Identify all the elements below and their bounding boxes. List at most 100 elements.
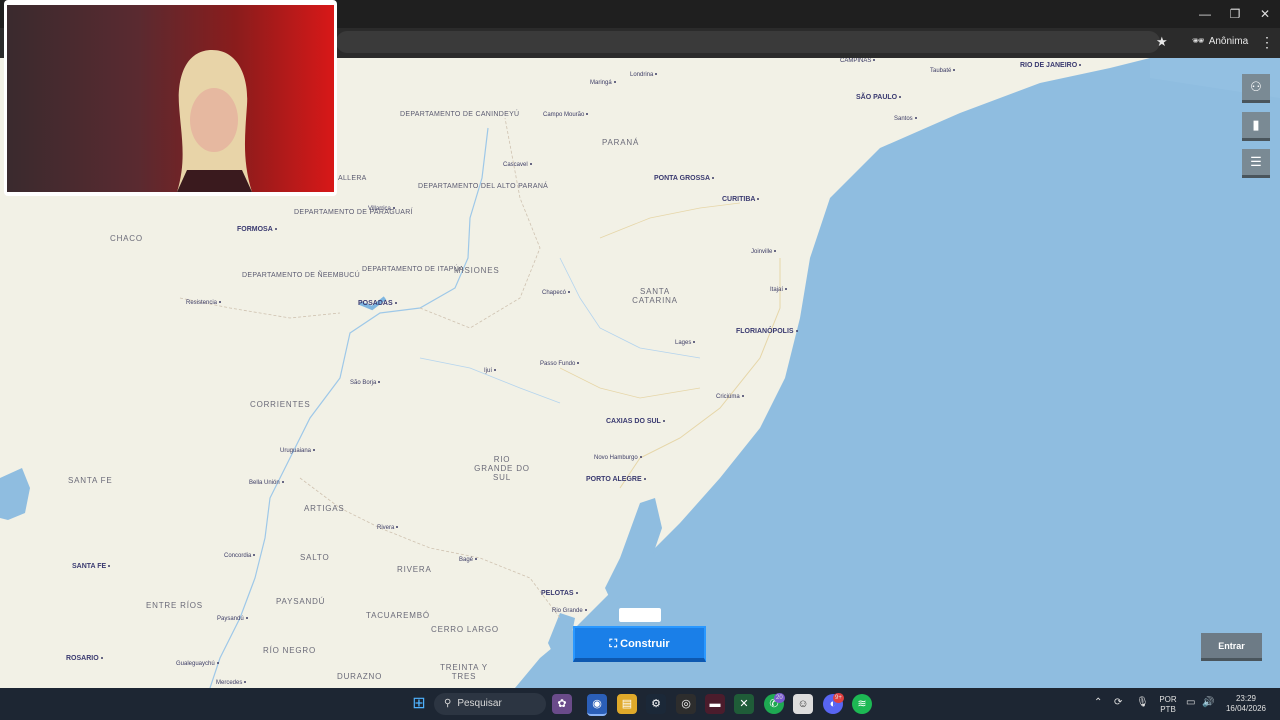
city-label: Rio Grande	[552, 608, 587, 614]
close-button[interactable]: ✕	[1250, 4, 1280, 24]
city-label: Chapecó	[542, 290, 570, 296]
obs-icon[interactable]: ◎	[676, 694, 696, 714]
city-label: Passo Fundo	[540, 361, 579, 367]
browser-menu-icon[interactable]: ⋮	[1260, 33, 1274, 51]
terminal-icon[interactable]: ▬	[705, 694, 725, 714]
webcam-feed	[7, 5, 334, 192]
search-placeholder: Pesquisar	[457, 698, 502, 709]
keyboard-layout: PTB	[1160, 705, 1176, 714]
address-bar[interactable]	[336, 31, 1160, 53]
entrar-button[interactable]: Entrar	[1201, 633, 1262, 661]
file-explorer-icon[interactable]: ▤	[617, 694, 637, 714]
incognito-label: Anônima	[1208, 36, 1249, 47]
city-label: FORMOSA	[237, 226, 277, 233]
incognito-icon: 🕶	[1192, 36, 1205, 47]
bookmark-star-icon[interactable]: ★	[1156, 33, 1168, 51]
options-button[interactable]: ☰	[1242, 149, 1270, 178]
region-label: CORRIENTES	[250, 400, 311, 409]
city-label: Joinville	[751, 249, 776, 255]
chevron-up-icon[interactable]: ⌃	[1094, 698, 1102, 708]
sync-icon[interactable]: ⟳	[1114, 698, 1122, 708]
city-label: CAXIAS DO SUL	[606, 418, 665, 425]
city-label: CURITIBA	[722, 196, 759, 203]
players-button[interactable]: ⚇	[1242, 74, 1270, 103]
chrome-icon[interactable]: ◉	[587, 694, 607, 716]
city-label: Taubaté	[930, 68, 955, 74]
city-label: PONTA GROSSA	[654, 175, 714, 182]
region-label: TREINTA Y TRES	[440, 663, 488, 681]
region-label: MISIONES	[454, 266, 500, 275]
network-icon[interactable]: ▭	[1186, 698, 1195, 708]
region-label: SANTA CATARINA	[632, 287, 678, 305]
city-label: Bagé	[459, 557, 477, 563]
city-label: ROSARIO	[66, 655, 103, 662]
windows-taskbar	[0, 688, 1280, 720]
city-label: SANTA FE	[72, 563, 110, 570]
windows-start-icon[interactable]: ⊞	[409, 694, 429, 714]
city-label: Concordia	[224, 553, 255, 559]
city-label: RIO DE JANEIRO	[1020, 62, 1081, 69]
fullscreen-icon: ⛶	[609, 638, 618, 650]
stats-button[interactable]: ▮	[1242, 112, 1270, 141]
minimize-button[interactable]: —	[1190, 4, 1220, 24]
language-indicator[interactable]: POR PTB	[1156, 695, 1180, 715]
volume-icon[interactable]: 🔊	[1202, 698, 1214, 708]
region-label: ALLERA	[338, 175, 367, 182]
taskbar-search[interactable]: ⚲ Pesquisar	[434, 693, 546, 715]
city-label: PORTO ALEGRE	[586, 476, 646, 483]
steam-icon[interactable]: ⚙	[646, 694, 666, 714]
city-label: Paysandú	[217, 616, 248, 622]
region-label: TACUAREMBÓ	[366, 611, 430, 620]
webcam-overlay	[4, 0, 337, 196]
flowers-widget-icon[interactable]: ✿	[552, 694, 572, 714]
language-code: POR	[1159, 695, 1177, 704]
discord-badge: 9+	[833, 693, 844, 703]
city-label: Uruguaiana	[280, 448, 315, 454]
region-label: PARANÁ	[602, 138, 640, 147]
region-label: RIVERA	[397, 565, 432, 574]
region-label: ENTRE RÍOS	[146, 601, 203, 610]
region-label: CHACO	[110, 234, 143, 243]
spotify-icon[interactable]: ≋	[852, 694, 872, 714]
construir-label: Construir	[620, 638, 670, 650]
region-label: DEPARTAMENTO DE CANINDEYÚ	[400, 111, 520, 118]
microphone-icon[interactable]: 🎙	[1136, 698, 1149, 708]
city-label: Maringá	[590, 80, 616, 86]
city-label: Criciúma	[716, 394, 744, 400]
region-label: SALTO	[300, 553, 330, 562]
city-label: Santos	[894, 116, 917, 122]
region-label: RÍO NEGRO	[263, 646, 316, 655]
region-label: ARTIGAS	[304, 504, 345, 513]
city-label: Resistencia	[186, 300, 221, 306]
city-label: Gualeguaychú	[176, 661, 219, 667]
city-label: Novo Hamburgo	[594, 455, 642, 461]
whatsapp-badge: 20	[774, 693, 785, 703]
region-label: CERRO LARGO	[431, 625, 499, 634]
city-label: Campo Mourão	[543, 112, 588, 118]
name-tag	[619, 608, 661, 622]
region-label: DEPARTAMENTO DEL ALTO PARANÁ	[418, 183, 549, 190]
city-label: Villarrica	[368, 206, 395, 212]
city-label: Cascavel	[503, 162, 532, 168]
region-label: DEPARTAMENTO DE ITAPÚA	[362, 266, 465, 273]
city-label: Rivera	[377, 525, 398, 531]
region-label: PAYSANDÚ	[276, 597, 326, 606]
incognito-indicator[interactable]: 🕶 Anônima	[1192, 33, 1248, 51]
city-label: CAMPINAS	[840, 58, 875, 64]
clock-date: 16/04/2026	[1225, 704, 1267, 713]
region-label: DEPARTAMENTO DE PARAGUARÍ	[294, 209, 413, 216]
city-label: PELOTAS	[541, 590, 578, 597]
city-label: Itajaí	[770, 287, 787, 293]
construir-button[interactable]: ⛶ Construir	[573, 626, 706, 662]
excel-icon[interactable]: ✕	[734, 694, 754, 714]
region-label: DURAZNO	[337, 672, 383, 681]
clock[interactable]: 23:29 16/04/2026	[1222, 694, 1270, 714]
restore-button[interactable]: ❐	[1220, 4, 1250, 24]
app-icon[interactable]: ☺	[793, 694, 813, 714]
region-label: RIO GRANDE DO SUL	[474, 455, 530, 482]
city-label: SÃO PAULO	[856, 94, 901, 101]
clock-time: 23:29	[1235, 694, 1257, 703]
city-label: Mercedes	[216, 680, 246, 686]
city-label: Lages	[675, 340, 695, 346]
city-label: Ijuí	[484, 368, 496, 374]
